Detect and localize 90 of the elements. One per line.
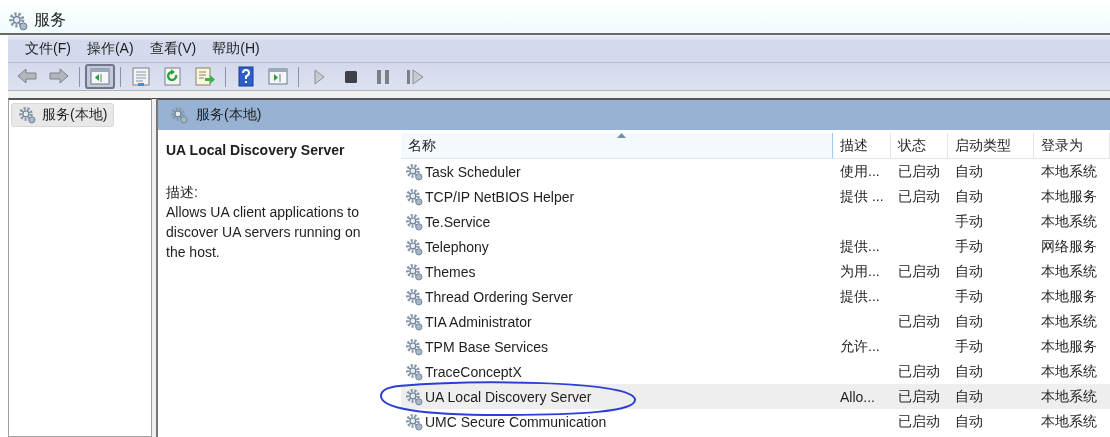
menu-item[interactable]: 帮助(H) (205, 37, 267, 60)
window-pane-icon (267, 65, 289, 88)
table-cell: 已启动 (898, 362, 940, 381)
gear-icon (405, 237, 423, 256)
gear-icon (405, 412, 423, 431)
table-cell: 允许... (840, 337, 880, 356)
table-cell: 手动 (955, 237, 983, 256)
table-cell: 为用... (840, 262, 880, 281)
table-cell: 本地系统 (1041, 212, 1097, 231)
table-cell: 提供... (840, 287, 880, 306)
table-cell: 自动 (955, 187, 983, 206)
table-cell: 本地系统 (1041, 162, 1097, 181)
table-cell: 自动 (955, 162, 983, 181)
gear-icon (405, 362, 423, 381)
table-row[interactable]: Themes 为用... 已启动 自动 本地系统 (401, 259, 1110, 284)
table-cell: 本地系统 (1041, 262, 1097, 281)
gear-icon (18, 106, 36, 124)
table-row[interactable]: TPM Base Services 允许... 手动 本地服务 (401, 334, 1110, 359)
table-cell: Allo... (840, 388, 875, 405)
gear-icon (405, 387, 423, 406)
service-name-cell: TPM Base Services (425, 338, 548, 355)
service-name: UA Local Discovery Server (166, 141, 346, 160)
table-cell: 自动 (955, 412, 983, 431)
table-row[interactable]: Telephony 提供... 手动 网络服务 (401, 234, 1110, 259)
table-cell: 自动 (955, 362, 983, 381)
table-cell: 本地系统 (1041, 387, 1097, 406)
table-cell: 本地服务 (1041, 337, 1097, 356)
table-cell: 提供... (840, 237, 880, 256)
column-header[interactable]: 名称 (401, 133, 833, 158)
table-row[interactable]: Thread Ordering Server 提供... 手动 本地服务 (401, 284, 1110, 309)
table-cell: 使用... (840, 162, 880, 181)
table-row[interactable]: Task Scheduler 使用... 已启动 自动 本地系统 (401, 159, 1110, 184)
service-name-cell: UMC Secure Communication (425, 413, 607, 430)
menu-item[interactable]: 查看(V) (142, 37, 204, 60)
table-cell: 本地系统 (1041, 412, 1097, 431)
help-icon (235, 65, 257, 88)
service-name-cell: Task Scheduler (425, 163, 521, 180)
service-name-cell: Thread Ordering Server (425, 288, 573, 305)
table-row[interactable]: TraceConceptX 已启动 自动 本地系统 (401, 359, 1110, 384)
service-name-cell: Te.Service (425, 213, 491, 230)
table-cell: 已启动 (898, 162, 940, 181)
table-row[interactable]: TIA Administrator 已启动 自动 本地系统 (401, 309, 1110, 334)
table-cell: 自动 (955, 387, 983, 406)
table-cell: 手动 (955, 212, 983, 231)
table-cell: 自动 (955, 312, 983, 331)
table-cell: 手动 (955, 337, 983, 356)
gear-icon (405, 187, 423, 206)
window-title: 服务 (34, 10, 66, 30)
table-cell: 已启动 (898, 262, 940, 281)
table-cell: 本地服务 (1041, 187, 1097, 206)
export-icon (194, 65, 216, 88)
pane-icon (89, 65, 111, 88)
gear-icon (405, 212, 423, 231)
gear-icon (405, 337, 423, 356)
panel-title: 服务(本地) (196, 106, 262, 124)
gear-icon (170, 106, 188, 124)
service-name-cell: UA Local Discovery Server (425, 388, 592, 405)
tree-button[interactable] (85, 64, 115, 89)
service-name-cell: TIA Administrator (425, 313, 532, 330)
description-text: Allows UA client applications to discover UA servers running on the host. (166, 203, 362, 262)
table-cell: 已启动 (898, 187, 940, 206)
gear-icon (405, 262, 423, 281)
table-row[interactable]: UA Local Discovery Server Allo... 已启动 自动 本地系统 (401, 384, 1110, 409)
tree-item[interactable]: 服务(本地) (11, 103, 115, 127)
table-cell: 本地服务 (1041, 287, 1097, 306)
table-row[interactable]: UMC Secure Communication 已启动 自动 本地系统 (401, 409, 1110, 434)
table-cell: 本地系统 (1041, 362, 1097, 381)
service-name-cell: TraceConceptX (425, 363, 522, 380)
service-name-cell: Telephony (425, 238, 489, 255)
refresh-icon (162, 65, 184, 88)
table-cell: 已启动 (898, 412, 940, 431)
table-row[interactable]: Te.Service 手动 本地系统 (401, 209, 1110, 234)
table-cell: 已启动 (898, 387, 940, 406)
table-cell: 已启动 (898, 312, 940, 331)
document-icon (130, 65, 152, 88)
gear-icon (405, 162, 423, 181)
table-cell: 手动 (955, 287, 983, 306)
service-name-cell: TCP/IP NetBIOS Helper (425, 188, 575, 205)
table-cell: 自动 (955, 262, 983, 281)
table-cell: 提供 ... (840, 187, 884, 206)
table-row[interactable]: TCP/IP NetBIOS Helper 提供 ... 已启动 自动 本地服务 (401, 184, 1110, 209)
gear-icon (8, 10, 28, 31)
gear-icon (405, 287, 423, 306)
service-name-cell: Themes (425, 263, 476, 280)
gear-icon (405, 312, 423, 331)
menu-item[interactable]: 文件(F) (18, 37, 78, 60)
description-label: 描述: (166, 183, 199, 202)
table-cell: 网络服务 (1041, 237, 1097, 256)
menu-item[interactable]: 操作(A) (79, 37, 141, 60)
table-cell: 本地系统 (1041, 312, 1097, 331)
